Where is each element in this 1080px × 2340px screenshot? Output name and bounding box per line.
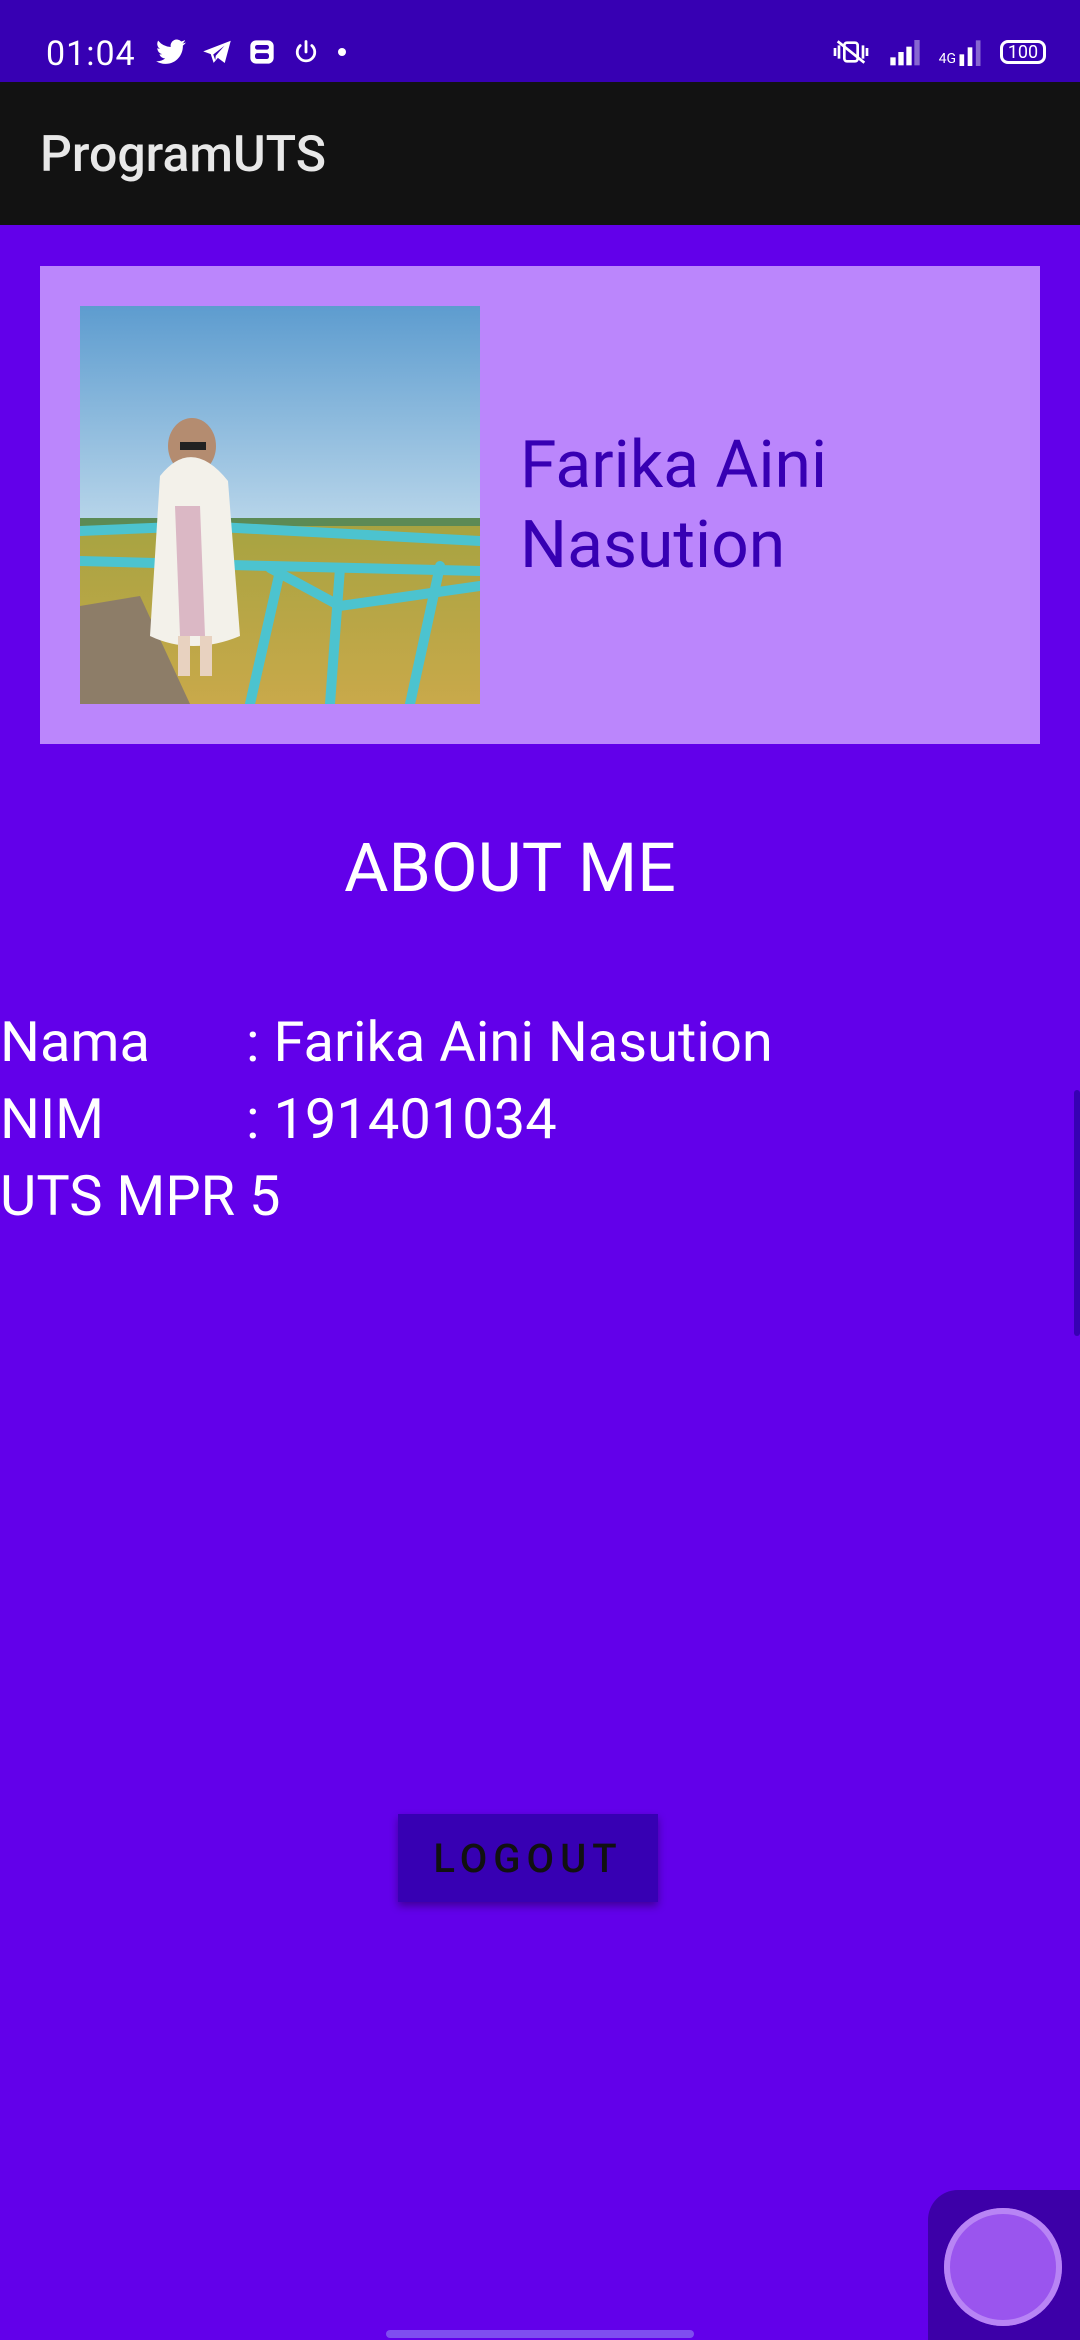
info-label: NIM <box>0 1086 105 1152</box>
info-label: Nama <box>0 1009 150 1075</box>
signal-icon <box>889 40 920 66</box>
scrollbar[interactable] <box>1074 1090 1080 1336</box>
about-title: ABOUT ME <box>344 828 676 908</box>
profile-name: Farika Aini Nasution <box>520 427 828 584</box>
info-value: : 191401034 <box>246 1086 557 1152</box>
assistive-touch-icon <box>944 2208 1062 2326</box>
info-row-nama: Nama : Farika Aini Nasution <box>0 1004 773 1081</box>
vibrate-silent-icon <box>833 40 868 64</box>
info-value: : Farika Aini Nasution <box>246 1009 773 1075</box>
power-icon <box>295 40 317 63</box>
app-bar: ProgramUTS <box>0 82 1080 225</box>
app-title: ProgramUTS <box>40 126 327 184</box>
status-bar: 01:04 4G 100 <box>0 0 1080 82</box>
assistive-touch-button[interactable] <box>928 2190 1080 2340</box>
network-label: 4G <box>938 51 956 67</box>
twitter-icon <box>156 39 186 64</box>
profile-photo <box>80 306 480 704</box>
info-block: Nama : Farika Aini Nasution NIM : 191401… <box>0 1004 773 1235</box>
logout-button[interactable]: LOGOUT <box>398 1814 658 1902</box>
4g-signal-icon: 4G <box>939 38 982 66</box>
status-right-icons: 4G 100 <box>831 38 1046 66</box>
dot-icon <box>338 48 346 56</box>
status-time: 01:04 <box>46 34 136 74</box>
telegram-icon <box>203 40 231 63</box>
gesture-bar[interactable] <box>386 2330 694 2338</box>
battery-icon: 100 <box>1000 40 1046 64</box>
info-extra: UTS MPR 5 <box>0 1163 281 1229</box>
status-left-icons <box>156 38 348 66</box>
app-icon <box>250 40 274 64</box>
info-row-nim: NIM : 191401034 <box>0 1081 773 1158</box>
profile-card: Farika Aini Nasution <box>40 266 1040 744</box>
